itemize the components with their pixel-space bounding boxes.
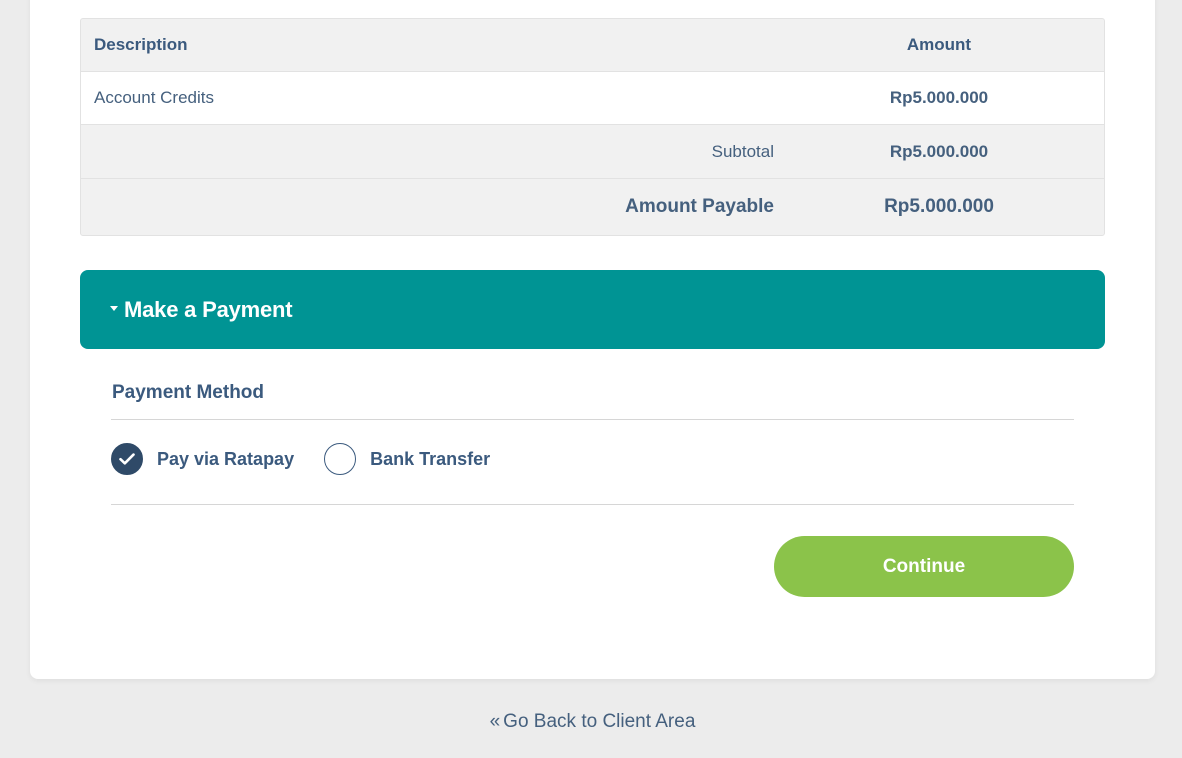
payment-option-label: Pay via Ratapay [157,448,295,469]
column-header-description: Description [94,35,188,54]
item-description: Account Credits [94,88,214,107]
subtotal-value: Rp5.000.000 [889,141,989,161]
payment-option-bank-transfer[interactable]: Bank Transfer [324,443,490,475]
total-label: Amount Payable [625,196,774,217]
checkmark-icon [119,453,135,465]
subtotal-label: Subtotal [711,141,774,161]
make-payment-header[interactable]: Make a Payment [80,270,1105,349]
total-row: Amount Payable Rp5.000.000 [81,179,1104,235]
divider [111,504,1074,505]
radio-unchecked-icon[interactable] [324,443,357,475]
back-to-client-area-link[interactable]: «Go Back to Client Area [0,711,1182,733]
invoice-card: Description Amount Account Credits Rp5.0… [30,0,1155,679]
table-header-row: Description Amount [81,19,1104,72]
back-link-label: Go Back to Client Area [503,711,696,732]
caret-down-icon [110,306,118,311]
double-chevron-left-icon: « [489,711,501,732]
continue-button[interactable]: Continue [774,536,1074,597]
radio-checked-icon[interactable] [111,443,143,475]
make-payment-title: Make a Payment [124,296,293,322]
total-value: Rp5.000.000 [884,196,994,217]
payment-option-label: Bank Transfer [370,448,491,469]
invoice-table: Description Amount Account Credits Rp5.0… [80,18,1105,236]
divider [111,419,1074,420]
payment-method-label: Payment Method [112,382,265,403]
subtotal-row: Subtotal Rp5.000.000 [81,125,1104,179]
table-row: Account Credits Rp5.000.000 [81,72,1104,125]
payment-method-options: Pay via Ratapay Bank Transfer [111,443,520,475]
payment-option-ratapay[interactable]: Pay via Ratapay [111,443,294,475]
item-amount: Rp5.000.000 [889,88,989,107]
column-header-amount: Amount [906,35,972,54]
